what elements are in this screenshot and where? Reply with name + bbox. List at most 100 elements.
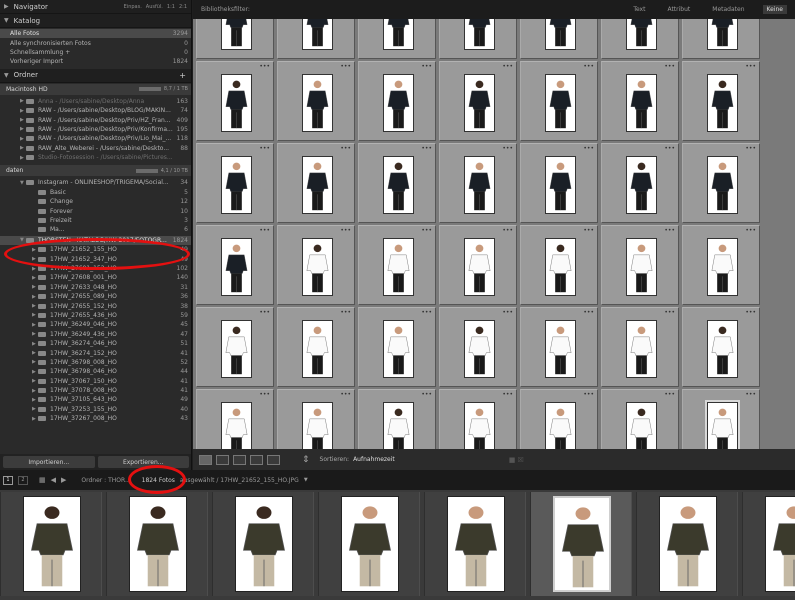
- folder-item[interactable]: ▶ 17HW_27655_152_HO 38: [0, 301, 191, 310]
- grid-icon[interactable]: ▦: [39, 476, 46, 484]
- photo-thumbnail[interactable]: [221, 156, 252, 214]
- photo-thumbnail[interactable]: [464, 402, 495, 449]
- folder-item[interactable]: Basic 5: [0, 188, 191, 197]
- rating-icon[interactable]: ■ ☒: [509, 456, 524, 464]
- folder-item[interactable]: ▶ RAW_Alte_Weberei - /Users/sabine/Deskto…: [0, 144, 191, 153]
- folder-item[interactable]: ▶ 17HW_27633_048_HO 31: [0, 283, 191, 292]
- photo-thumbnail[interactable]: [464, 19, 495, 50]
- photo-thumbnail[interactable]: [707, 156, 738, 214]
- catalog-item[interactable]: Alle Fotos 3294: [0, 29, 191, 39]
- grid-cell[interactable]: •••: [196, 225, 274, 305]
- folder-item[interactable]: ▶ 17HW_36249_046_HO 45: [0, 320, 191, 329]
- zoom-option[interactable]: Einpas.: [124, 4, 142, 10]
- photo-thumbnail[interactable]: [464, 238, 495, 296]
- folder-item[interactable]: Freizeit 3: [0, 216, 191, 225]
- photo-thumbnail[interactable]: [302, 320, 333, 378]
- cell-menu-icon[interactable]: •••: [340, 63, 351, 70]
- folder-item[interactable]: ▶ Anna - /Users/sabine/Desktop/Anna 163: [0, 97, 191, 106]
- volume-macintosh-hd[interactable]: Macintosh HD 8,7 / 1 TB: [0, 83, 191, 95]
- grid-cell[interactable]: •••: [358, 307, 436, 387]
- spray-can-icon[interactable]: ⇕: [302, 455, 310, 465]
- photo-thumbnail[interactable]: [626, 402, 657, 449]
- folder-item[interactable]: ▶ 17HW_27608_001_HO 140: [0, 273, 191, 282]
- folder-item[interactable]: ▶ Studio-Fotosession - /Users/sabine/Pict…: [0, 153, 191, 162]
- photo-thumbnail[interactable]: [626, 320, 657, 378]
- cell-menu-icon[interactable]: •••: [421, 145, 432, 152]
- cell-menu-icon[interactable]: •••: [502, 145, 513, 152]
- folder-item[interactable]: Ma... 6: [0, 225, 191, 234]
- cell-menu-icon[interactable]: •••: [421, 63, 432, 70]
- folder-item[interactable]: ▶ 17HW_36274_046_HO 51: [0, 339, 191, 348]
- grid-cell[interactable]: •••: [520, 19, 598, 59]
- folder-item[interactable]: ▶ RAW - /Users/sabine/Desktop/Priv/HZ_Fra…: [0, 115, 191, 124]
- catalog-header[interactable]: ▼ Katalog: [0, 14, 191, 28]
- grid-cell[interactable]: •••: [358, 61, 436, 141]
- photo-thumbnail[interactable]: [221, 74, 252, 132]
- grid-cell[interactable]: •••: [439, 389, 517, 449]
- zoom-option[interactable]: 2:1: [179, 4, 187, 10]
- grid-cell[interactable]: •••: [439, 225, 517, 305]
- photo-thumbnail[interactable]: [383, 74, 414, 132]
- cell-menu-icon[interactable]: •••: [664, 145, 675, 152]
- photo-thumbnail[interactable]: [626, 19, 657, 50]
- photo-thumbnail[interactable]: [707, 74, 738, 132]
- page-2-button[interactable]: 2: [18, 475, 28, 485]
- filter-tab[interactable]: Text: [629, 5, 649, 14]
- filmstrip-thumbnail[interactable]: [742, 492, 795, 596]
- photo-thumbnail[interactable]: [707, 19, 738, 50]
- photo-thumbnail[interactable]: [545, 74, 576, 132]
- cell-menu-icon[interactable]: •••: [340, 391, 351, 398]
- grid-cell[interactable]: •••: [520, 143, 598, 223]
- sort-dropdown[interactable]: Aufnahmezeit: [353, 456, 395, 463]
- photo-thumbnail[interactable]: [545, 320, 576, 378]
- folder-item[interactable]: Forever 10: [0, 206, 191, 215]
- folder-item[interactable]: ▶ RAW - /Users/sabine/Desktop/Priv/Lio_Ma…: [0, 134, 191, 143]
- cell-menu-icon[interactable]: •••: [745, 391, 756, 398]
- photo-thumbnail[interactable]: [221, 402, 252, 449]
- cell-menu-icon[interactable]: •••: [421, 309, 432, 316]
- navigator-header[interactable]: ▶ Navigator Einpas. Ausfül. 1:1 2:1: [0, 0, 191, 14]
- grid-cell[interactable]: •••: [682, 225, 760, 305]
- cell-menu-icon[interactable]: •••: [421, 227, 432, 234]
- filmstrip-thumbnail[interactable]: [318, 492, 420, 596]
- photo-thumbnail[interactable]: [302, 156, 333, 214]
- zoom-option[interactable]: 1:1: [167, 4, 175, 10]
- grid-cell[interactable]: •••: [601, 225, 679, 305]
- folders-header[interactable]: ▼ Ordner +: [0, 68, 191, 83]
- grid-cell[interactable]: •••: [439, 19, 517, 59]
- filmstrip-thumbnail[interactable]: [106, 492, 208, 596]
- photo-thumbnail[interactable]: [464, 74, 495, 132]
- grid-cell[interactable]: •••: [520, 389, 598, 449]
- folder-item[interactable]: ▶ 17HW_36274_152_HO 41: [0, 348, 191, 357]
- photo-thumbnail[interactable]: [383, 402, 414, 449]
- grid-cell[interactable]: •••: [358, 389, 436, 449]
- grid-cell[interactable]: •••: [277, 19, 355, 59]
- loupe-view-icon[interactable]: [216, 454, 229, 465]
- filter-tab[interactable]: Metadaten: [708, 5, 748, 14]
- grid-cell[interactable]: •••: [682, 389, 760, 449]
- back-arrow-icon[interactable]: ◀: [51, 476, 56, 484]
- cell-menu-icon[interactable]: •••: [259, 309, 270, 316]
- people-view-icon[interactable]: [267, 454, 280, 465]
- photo-thumbnail[interactable]: [221, 19, 252, 50]
- cell-menu-icon[interactable]: •••: [259, 145, 270, 152]
- photo-thumbnail[interactable]: [221, 238, 252, 296]
- cell-menu-icon[interactable]: •••: [745, 309, 756, 316]
- cell-menu-icon[interactable]: •••: [259, 227, 270, 234]
- folder-item[interactable]: ▶ 17HW_37105_643_HO 49: [0, 395, 191, 404]
- add-folder-icon[interactable]: +: [179, 71, 191, 80]
- grid-cell[interactable]: •••: [358, 19, 436, 59]
- cell-menu-icon[interactable]: •••: [340, 309, 351, 316]
- grid-cell[interactable]: •••: [358, 143, 436, 223]
- grid-cell[interactable]: •••: [196, 389, 274, 449]
- grid-cell[interactable]: •••: [277, 307, 355, 387]
- folder-item[interactable]: ▶ 17HW_36249_436_HO 47: [0, 330, 191, 339]
- grid-cell[interactable]: •••: [196, 143, 274, 223]
- grid-cell[interactable]: •••: [439, 61, 517, 141]
- grid-cell[interactable]: •••: [682, 61, 760, 141]
- grid-cell[interactable]: •••: [277, 61, 355, 141]
- photo-thumbnail[interactable]: [464, 156, 495, 214]
- grid-cell[interactable]: •••: [601, 307, 679, 387]
- photo-thumbnail[interactable]: [383, 238, 414, 296]
- photo-thumbnail[interactable]: [707, 320, 738, 378]
